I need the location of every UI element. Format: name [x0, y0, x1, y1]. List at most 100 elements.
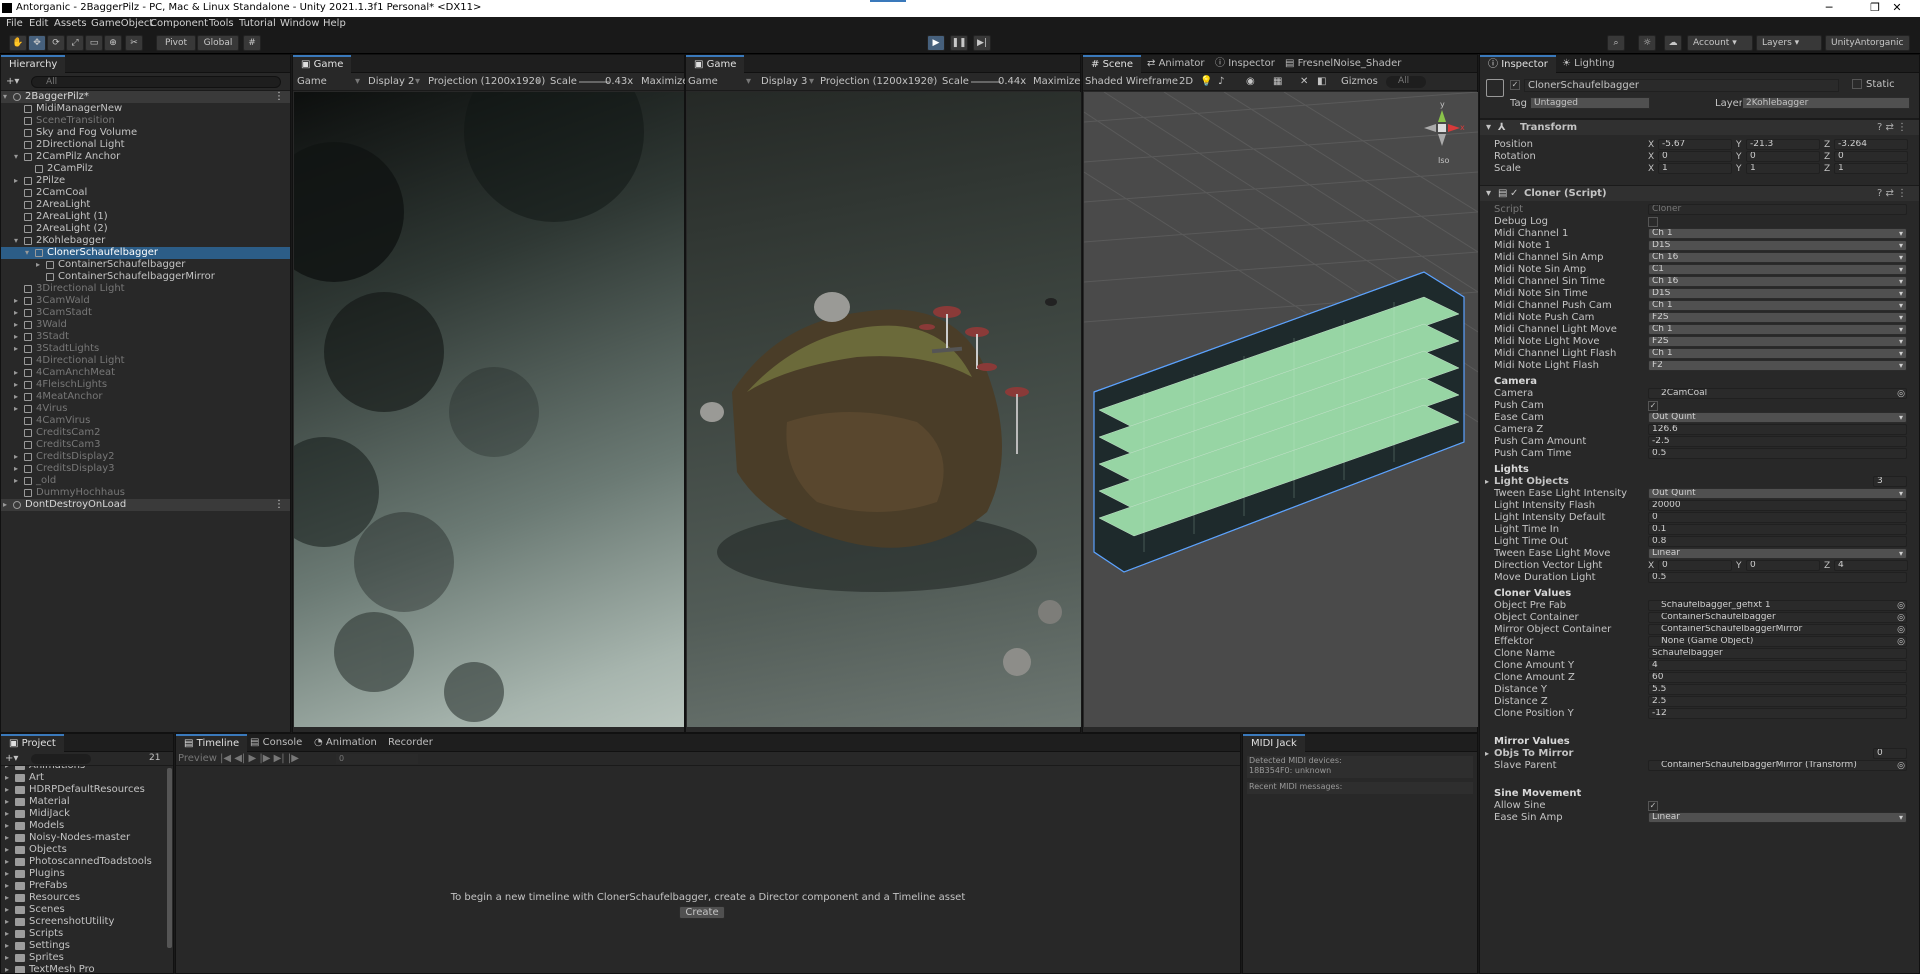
- search-icon[interactable]: ⌕: [1607, 35, 1625, 51]
- minimize-button[interactable]: ─: [1806, 0, 1852, 17]
- add-icon[interactable]: +▾: [6, 76, 19, 87]
- game2-projection-dropdown[interactable]: Projection (1200x1920): [820, 76, 937, 87]
- scale-tool-icon[interactable]: ⤢: [66, 35, 84, 51]
- expand-arrow-icon[interactable]: ▸: [5, 952, 9, 964]
- object-field[interactable]: Schaufelbagger_gefixt 1: [1648, 600, 1907, 611]
- tab-game-2[interactable]: ▣ Game: [686, 55, 745, 73]
- hierarchy-item[interactable]: 2CamCoal: [1, 187, 290, 199]
- expand-arrow-icon[interactable]: ▸: [5, 820, 9, 832]
- project-folder-item[interactable]: ▸ Art: [1, 772, 165, 784]
- gizmos-dropdown[interactable]: Gizmos: [1341, 76, 1378, 87]
- menu-tutorial[interactable]: Tutorial: [239, 18, 276, 29]
- hierarchy-item[interactable]: ▸ 4MeatAnchor: [1, 391, 290, 403]
- hierarchy-item[interactable]: ▸ CreditsDisplay2: [1, 451, 290, 463]
- close-button[interactable]: ✕: [1874, 0, 1920, 17]
- tab-hierarchy[interactable]: Hierarchy: [1, 55, 66, 73]
- tab-midi-jack[interactable]: MIDI Jack: [1243, 734, 1305, 752]
- project-folder-item[interactable]: ▸ Sprites: [1, 952, 165, 964]
- expand-arrow-icon[interactable]: ▸: [5, 808, 9, 820]
- hierarchy-item[interactable]: 4Directional Light: [1, 355, 290, 367]
- lighting-toggle-icon[interactable]: 💡: [1200, 76, 1212, 87]
- expand-arrow-icon[interactable]: ▸: [14, 175, 18, 187]
- vector-z-field[interactable]: 4: [1834, 560, 1908, 571]
- expand-arrow-icon[interactable]: ▸: [14, 475, 18, 487]
- tab-lighting[interactable]: ☀ Lighting: [1554, 55, 1623, 73]
- hierarchy-item[interactable]: 3Directional Light: [1, 283, 290, 295]
- expand-arrow-icon[interactable]: ▸: [14, 379, 18, 391]
- tools-icon[interactable]: ✕: [1300, 76, 1308, 87]
- inspector-dropdown[interactable]: D1S: [1648, 288, 1907, 299]
- project-folder-item[interactable]: ▸ Resources: [1, 892, 165, 904]
- active-checkbox[interactable]: ✓: [1510, 80, 1520, 90]
- menu-component[interactable]: Component: [150, 18, 208, 29]
- transform-tool-icon[interactable]: ⊕: [104, 35, 122, 51]
- grid-icon[interactable]: ▦: [1273, 76, 1282, 87]
- layout-dropdown[interactable]: UnityAntorganic ▾: [1825, 35, 1910, 62]
- project-folder-item[interactable]: ▸ PhotoscannedToadstools: [1, 856, 165, 868]
- project-folder-item[interactable]: ▸ Scripts: [1, 928, 165, 940]
- hierarchy-item[interactable]: CreditsCam2: [1, 427, 290, 439]
- layer-dropdown[interactable]: 2Kohlebagger: [1742, 97, 1910, 109]
- menu-assets[interactable]: Assets: [54, 18, 87, 29]
- game2-mode-dropdown[interactable]: Game: [688, 76, 718, 87]
- inspector-checkbox[interactable]: [1648, 217, 1658, 227]
- hierarchy-item[interactable]: ▾ 2CamPilz Anchor: [1, 151, 290, 163]
- add-asset-icon[interactable]: +▾: [5, 753, 18, 764]
- audio-toggle-icon[interactable]: ♪: [1218, 76, 1224, 87]
- project-folder-item[interactable]: ▸ MidiJack: [1, 808, 165, 820]
- inspector-text-field[interactable]: 0.5: [1648, 448, 1907, 459]
- tab-timeline[interactable]: ▤ Timeline: [176, 734, 248, 752]
- rect-tool-icon[interactable]: ▭: [85, 35, 103, 51]
- game2-scale-slider[interactable]: [971, 81, 1001, 83]
- project-folder-item[interactable]: ▸ Models: [1, 820, 165, 832]
- object-field[interactable]: None (Game Object): [1648, 636, 1907, 647]
- hierarchy-item[interactable]: 2CamPilz: [1, 163, 290, 175]
- hierarchy-item[interactable]: ▸ 3Stadt: [1, 331, 290, 343]
- toggle-2d-button[interactable]: 2D: [1179, 76, 1193, 87]
- project-search-input[interactable]: [31, 754, 91, 764]
- inspector-dropdown[interactable]: Linear: [1648, 548, 1907, 559]
- inspector-text-field[interactable]: -2.5: [1648, 436, 1907, 447]
- project-folder-item[interactable]: ▸ Plugins: [1, 868, 165, 880]
- layers-dropdown[interactable]: Layers ▾: [1756, 35, 1822, 51]
- array-size-field[interactable]: 0: [1873, 748, 1907, 759]
- transform-z-field[interactable]: 0: [1834, 151, 1908, 162]
- hierarchy-item[interactable]: ▸ CreditsDisplay3: [1, 463, 290, 475]
- inspector-dropdown[interactable]: Linear: [1648, 812, 1907, 823]
- object-field[interactable]: ContainerSchaufelbaggerMirror (Transform…: [1648, 760, 1907, 771]
- inspector-dropdown[interactable]: Out Quint: [1648, 412, 1907, 423]
- object-picker-icon[interactable]: ◎: [1897, 388, 1905, 400]
- game1-display-dropdown[interactable]: Display 2: [368, 76, 414, 87]
- expand-arrow-icon[interactable]: ▸: [5, 916, 9, 928]
- expand-arrow-icon[interactable]: ▸: [14, 331, 18, 343]
- expand-arrow-icon[interactable]: ▸: [5, 892, 9, 904]
- hierarchy-item[interactable]: ▸ ContainerSchaufelbagger: [1, 259, 290, 271]
- expand-arrow-icon[interactable]: ▸: [14, 319, 18, 331]
- create-timeline-button[interactable]: Create: [679, 906, 725, 919]
- expand-arrow-icon[interactable]: ▸: [5, 964, 9, 973]
- collab-icon[interactable]: ☼: [1638, 35, 1656, 51]
- game1-mode-dropdown[interactable]: Game: [297, 76, 327, 87]
- move-tool-icon[interactable]: ✥: [28, 35, 46, 51]
- pivot-toggle[interactable]: Pivot: [156, 35, 196, 51]
- tab-animator[interactable]: ⇄ Animator: [1139, 55, 1213, 73]
- scene-menu-icon[interactable]: ⋮: [274, 499, 284, 511]
- menu-gameobject[interactable]: GameObject: [91, 18, 153, 29]
- tab-inspector[interactable]: ⓘ Inspector: [1480, 55, 1556, 73]
- inspector-dropdown[interactable]: Out Quint: [1648, 488, 1907, 499]
- transform-y-field[interactable]: 1: [1746, 163, 1820, 174]
- menu-file[interactable]: File: [6, 18, 23, 29]
- expand-arrow-icon[interactable]: ▸: [5, 856, 9, 868]
- expand-arrow-icon[interactable]: ▸: [5, 928, 9, 940]
- tab-scene[interactable]: # Scene: [1083, 55, 1142, 73]
- hierarchy-item[interactable]: ▸ 4Virus: [1, 403, 290, 415]
- preview-button[interactable]: Preview: [178, 753, 217, 764]
- object-picker-icon[interactable]: ◎: [1897, 624, 1905, 636]
- transform-z-field[interactable]: 1: [1834, 163, 1908, 174]
- inspector-text-field[interactable]: 20000: [1648, 500, 1907, 511]
- inspector-text-field[interactable]: 0.8: [1648, 536, 1907, 547]
- play-button[interactable]: ▶: [927, 35, 945, 51]
- menu-edit[interactable]: Edit: [29, 18, 48, 29]
- project-folder-item[interactable]: ▸ Scenes: [1, 904, 165, 916]
- inspector-dropdown[interactable]: Ch 16: [1648, 276, 1907, 287]
